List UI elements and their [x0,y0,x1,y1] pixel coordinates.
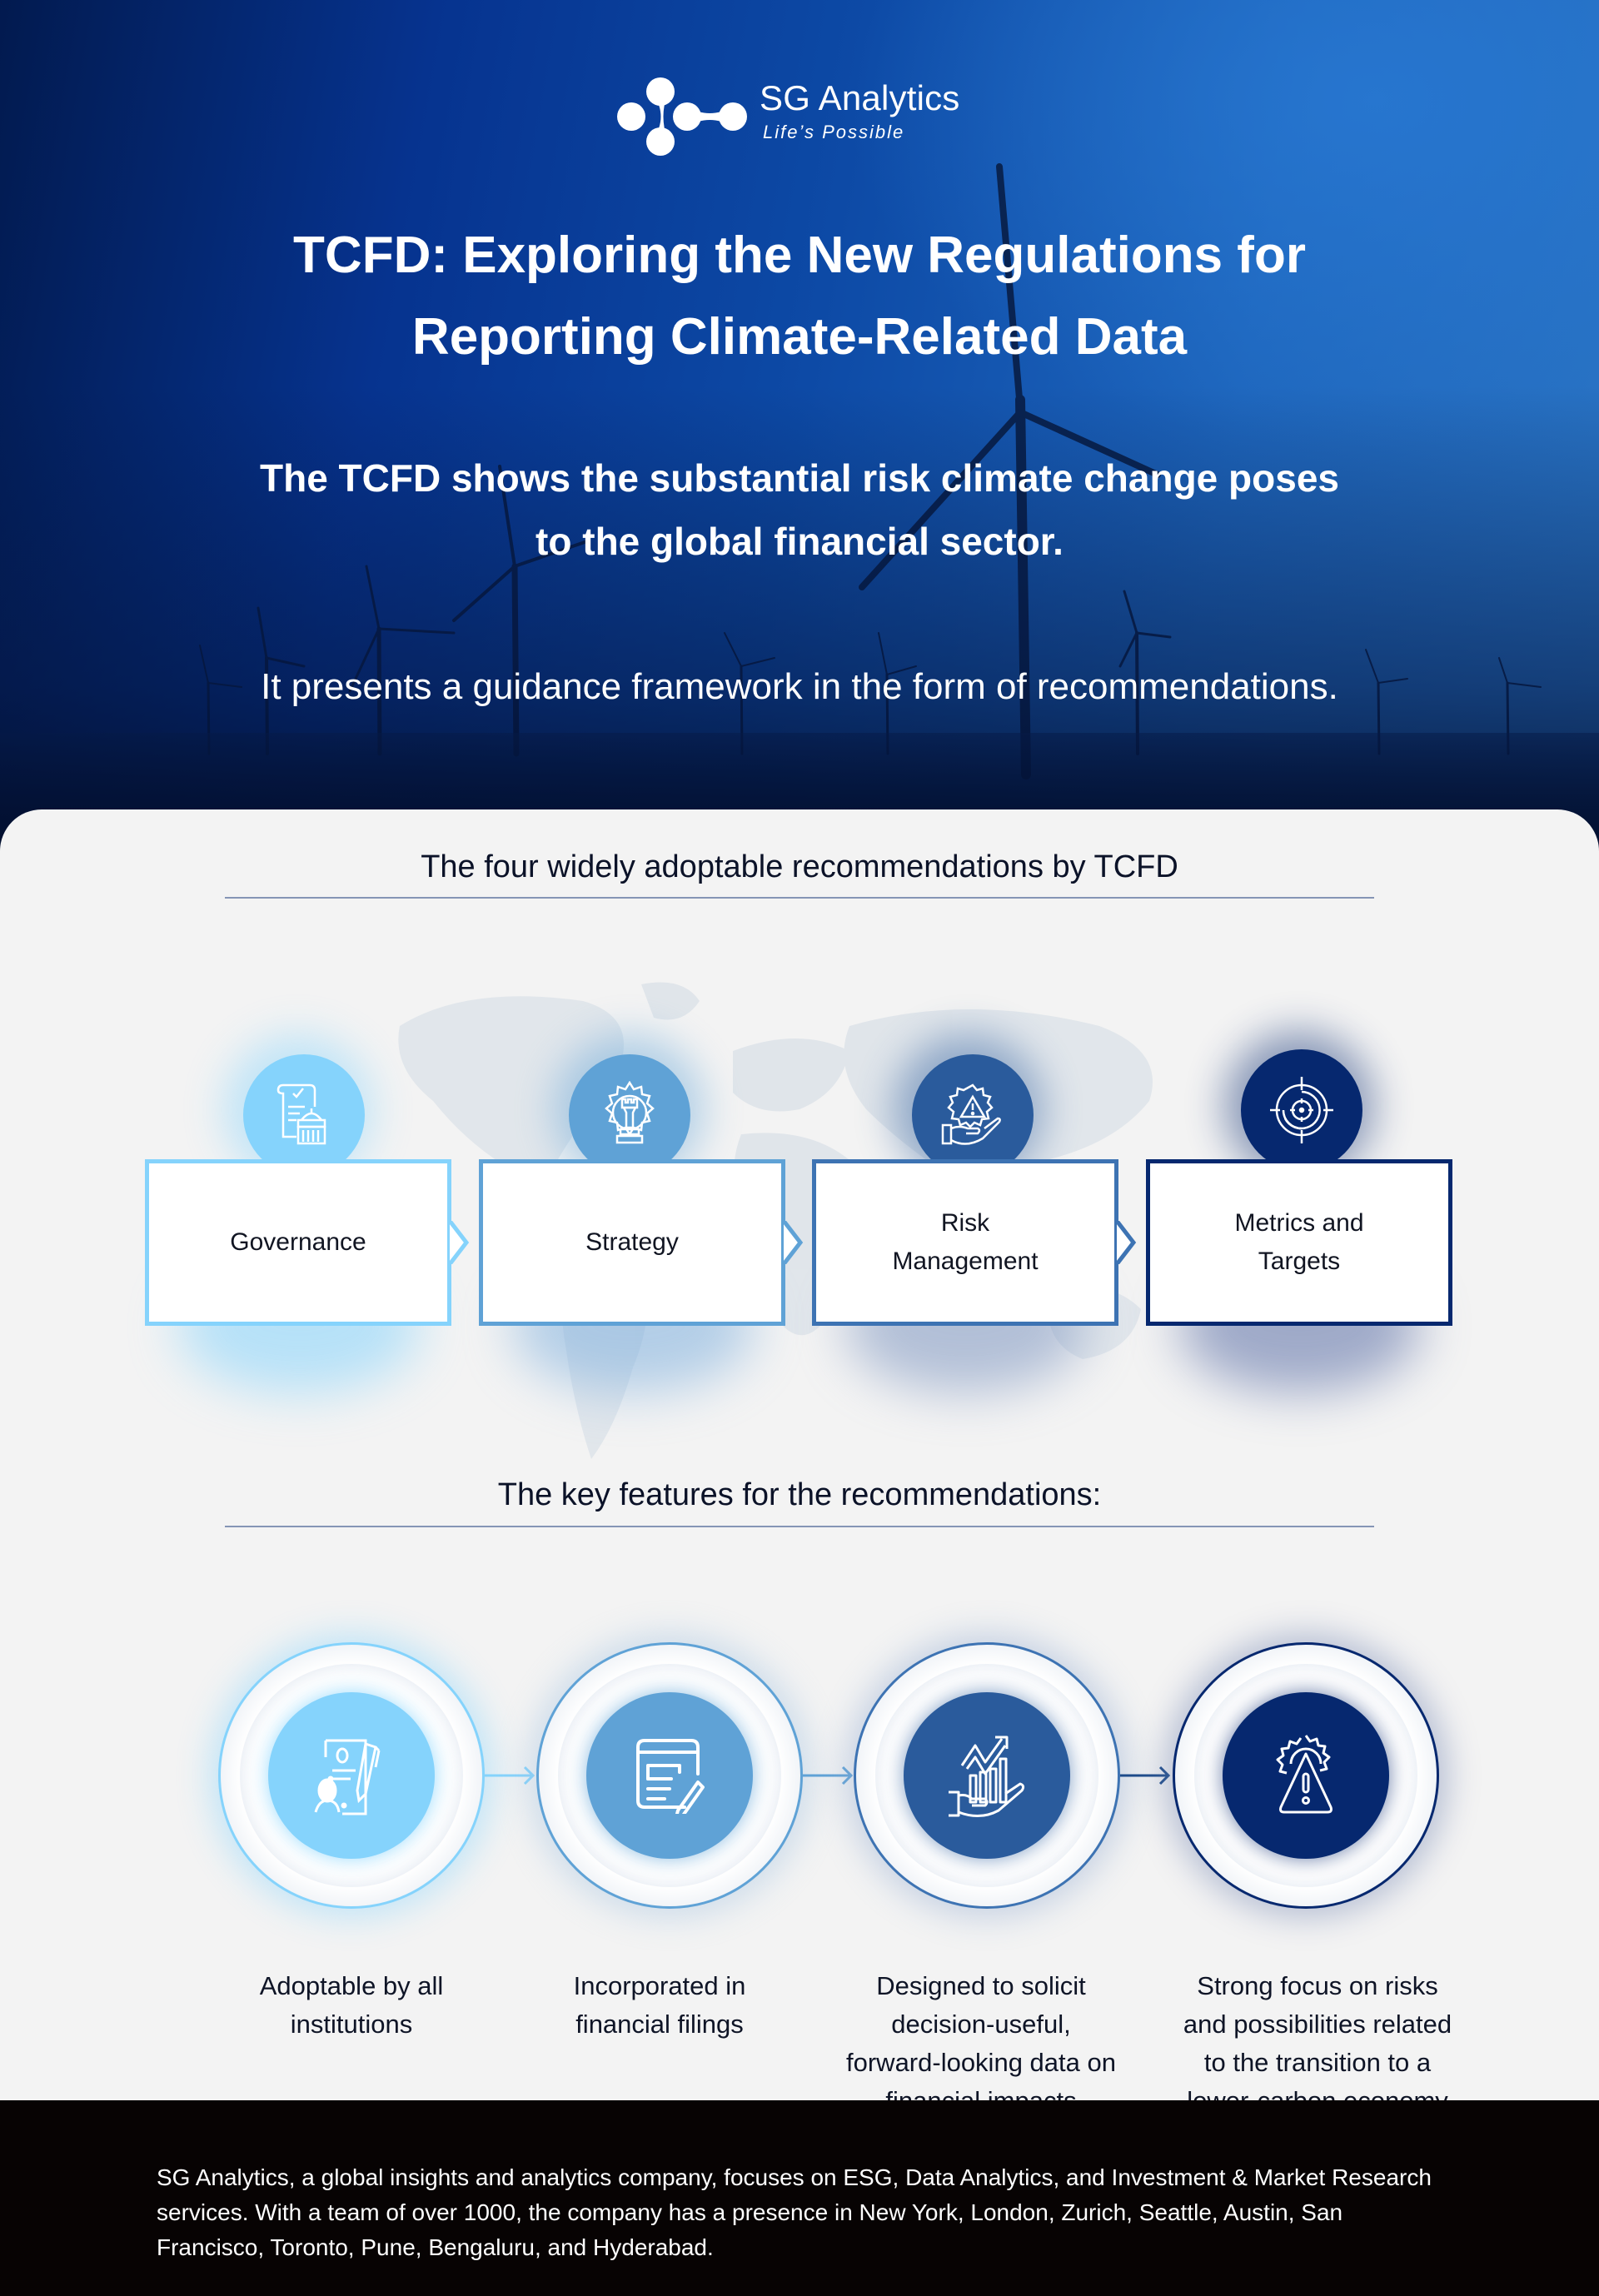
arrow-right-icon [485,1766,535,1786]
governance-box: Governance [145,1159,451,1326]
recommendations-divider [225,897,1374,899]
hand-growth-chart-icon [949,1736,1025,1817]
chevron-right-icon [1117,1221,1137,1264]
brand-name: SG Analytics [760,78,960,117]
governance-document-building-icon [276,1083,326,1145]
company-footer: SG Analytics, a global insights and anal… [0,2100,1599,2296]
feature-transition-focus[interactable] [1164,1634,1447,1917]
feature-caption: Adoptable by all institutions [259,1971,444,2039]
strategy-icon-badge [569,1054,690,1176]
feature-caption: Incorporated in financial filings [573,1971,746,2039]
recommendation-label-line-2: Targets [1258,1248,1341,1275]
title-line-1: TCFD: Exploring the New Regulations for [293,227,1306,284]
recommendation-label: Strategy [585,1228,679,1256]
feature-icon-badge [268,1692,435,1859]
subtitle-line-2: to the global financial sector. [535,520,1064,563]
recommendation-strategy[interactable]: Strategy [479,1034,804,1392]
risk-icon-badge [912,1054,1034,1176]
governance-icon-badge [243,1054,365,1176]
sg-analytics-logo-icon [617,77,747,156]
feature-icon-badge [1223,1692,1389,1859]
feature-adoptable[interactable] [210,1634,493,1917]
brand-logo[interactable]: SG Analytics Life’s Possible [616,77,983,157]
brand-tagline: Life’s Possible [763,122,905,142]
company-description: SG Analytics, a global insights and anal… [157,2164,1432,2260]
recommendation-governance[interactable]: Governance [145,1034,470,1392]
target-crosshair-icon [1270,1077,1333,1143]
metrics-icon-badge [1241,1049,1362,1171]
arrow-right-icon [1120,1766,1170,1786]
feature-decision-useful[interactable] [845,1634,1128,1917]
feature-caption: Designed to solicit decision-useful, for… [846,1971,1116,2109]
recommendation-label: Governance [230,1228,366,1256]
feature-icon-badge [904,1692,1070,1859]
framework-statement: It presents a guidance framework in the … [261,666,1338,707]
strategy-chess-gear-icon [605,1081,655,1144]
hero-subtitle: The TCFD shows the substantial risk clim… [0,446,1599,573]
recommendation-label-line-1: Risk [940,1209,990,1237]
title-line-2: Reporting Climate-Related Data [411,308,1188,366]
features-divider [225,1526,1374,1527]
strategy-box: Strategy [479,1159,785,1326]
features-heading: The key features for the recommendations… [497,1477,1102,1512]
chevron-right-icon [450,1221,470,1264]
metrics-targets-box: Metrics and Targets [1146,1159,1452,1326]
feature-caption: Strong focus on risks and possibilities … [1183,1971,1452,2109]
document-edit-icon [636,1739,705,1814]
subtitle-line-1: The TCFD shows the substantial risk clim… [260,456,1339,500]
feature-incorporated[interactable] [528,1634,811,1917]
recommendation-label-line-1: Metrics and [1234,1209,1364,1237]
feature-icon-badge [586,1692,753,1859]
hero-banner: SG Analytics Life’s Possible TCFD: Explo… [0,0,1599,858]
content-card: The four widely adoptable recommendation… [0,809,1599,2109]
recommendations-heading: The four widely adoptable recommendation… [421,849,1178,884]
person-signing-document-icon [314,1739,381,1815]
gear-warning-triangle-icon [1276,1735,1332,1814]
page-title: TCFD: Exploring the New Regulations for … [0,215,1599,378]
recommendation-metrics-targets[interactable]: Metrics and Targets [1146,1031,1452,1392]
chevron-right-icon [784,1221,804,1264]
risk-hand-gear-warning-icon [941,1083,1001,1145]
recommendation-risk-management[interactable]: Risk Management [812,1034,1137,1392]
recommendation-label-line-2: Management [892,1248,1039,1275]
risk-management-box: Risk Management [812,1159,1118,1326]
